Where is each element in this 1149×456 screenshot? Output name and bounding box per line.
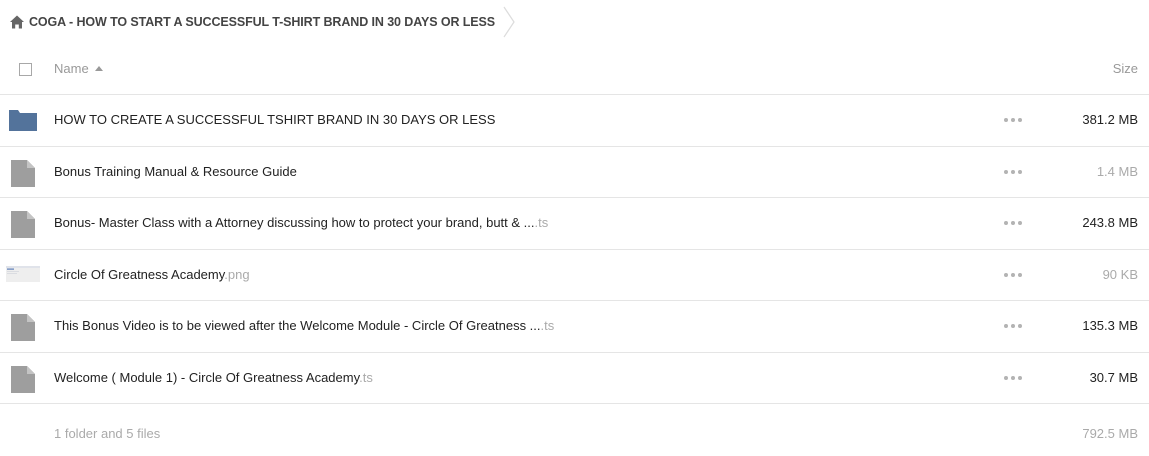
more-options-dot xyxy=(1011,375,1015,380)
file-icon xyxy=(9,313,37,341)
file-size: 90 KB xyxy=(1102,266,1138,282)
column-header-size[interactable]: Size xyxy=(1113,61,1138,76)
column-header-name[interactable]: Name xyxy=(54,61,103,76)
file-size: 1.4 MB xyxy=(1096,163,1138,179)
list-item[interactable]: Welcome ( Module 1) - Circle Of Greatnes… xyxy=(0,353,1149,404)
more-options-icon[interactable] xyxy=(1004,117,1022,123)
file-name-base: Bonus Training Manual & Resource Guide xyxy=(54,163,297,179)
file-icon xyxy=(9,210,37,238)
file-extension: .ts xyxy=(359,369,373,385)
more-options-dot xyxy=(1011,272,1015,277)
more-options-dot xyxy=(1004,272,1008,277)
file-list: HOW TO CREATE A SUCCESSFUL TSHIRT BRAND … xyxy=(0,95,1149,404)
image-thumbnail-icon-graphic xyxy=(6,265,40,282)
file-icon-graphic xyxy=(11,314,35,341)
file-name[interactable]: This Bonus Video is to be viewed after t… xyxy=(54,301,554,351)
file-name[interactable]: Bonus- Master Class with a Attorney disc… xyxy=(54,198,548,248)
file-name-base: HOW TO CREATE A SUCCESSFUL TSHIRT BRAND … xyxy=(54,112,496,127)
more-options-dot xyxy=(1004,118,1008,122)
total-size: 792.5 MB xyxy=(1082,426,1138,441)
more-options-dot xyxy=(1011,324,1015,328)
list-header: Name Size xyxy=(0,44,1149,95)
items-summary: 1 folder and 5 files xyxy=(54,426,161,441)
more-options-dot xyxy=(1011,169,1015,174)
file-size: 243.8 MB xyxy=(1082,215,1138,230)
file-size: 30.7 MB xyxy=(1089,369,1138,385)
column-header-name-label: Name xyxy=(54,61,89,76)
list-item[interactable]: Bonus- Master Class with a Attorney disc… xyxy=(0,198,1149,250)
more-options-dot xyxy=(1004,375,1008,380)
breadcrumb-separator-icon xyxy=(503,6,515,38)
sort-ascending-icon xyxy=(94,66,103,71)
more-options-dot xyxy=(1018,272,1022,277)
more-options-dot xyxy=(1004,221,1008,225)
image-thumbnail-icon xyxy=(6,262,40,290)
file-name[interactable]: Welcome ( Module 1) - Circle Of Greatnes… xyxy=(54,353,373,403)
list-item[interactable]: Circle Of Greatness Academy.png 90 KB xyxy=(0,250,1149,301)
more-options-dot xyxy=(1018,221,1022,225)
file-icon-graphic xyxy=(11,211,35,238)
file-icon xyxy=(9,365,37,393)
file-icon-graphic xyxy=(11,159,35,187)
file-extension: .ts xyxy=(540,318,555,333)
breadcrumb: COGA - HOW TO START A SUCCESSFUL T-SHIRT… xyxy=(0,0,1149,44)
more-options-dot xyxy=(1011,118,1015,122)
file-extension: .png xyxy=(224,266,250,282)
file-size: 381.2 MB xyxy=(1082,112,1138,127)
select-all-checkbox[interactable] xyxy=(19,63,32,76)
file-name-base: Circle Of Greatness Academy xyxy=(54,266,225,282)
file-name-base: This Bonus Video is to be viewed after t… xyxy=(54,318,541,333)
file-icon xyxy=(9,159,37,187)
file-name[interactable]: Bonus Training Manual & Resource Guide xyxy=(54,147,297,197)
list-item[interactable]: Bonus Training Manual & Resource Guide 1.… xyxy=(0,147,1149,198)
folder-icon-graphic xyxy=(9,110,37,131)
file-size: 135.3 MB xyxy=(1082,318,1138,333)
file-extension: .ts xyxy=(534,215,549,230)
file-icon-graphic xyxy=(11,365,35,393)
list-footer: 1 folder and 5 files 792.5 MB xyxy=(0,404,1149,456)
more-options-icon[interactable] xyxy=(1004,375,1022,381)
file-name-base: Bonus- Master Class with a Attorney disc… xyxy=(54,215,535,230)
folder-icon xyxy=(9,107,37,135)
more-options-dot xyxy=(1018,118,1022,122)
file-name[interactable]: HOW TO CREATE A SUCCESSFUL TSHIRT BRAND … xyxy=(54,95,495,145)
list-item[interactable]: HOW TO CREATE A SUCCESSFUL TSHIRT BRAND … xyxy=(0,95,1149,147)
list-item[interactable]: This Bonus Video is to be viewed after t… xyxy=(0,301,1149,353)
file-name[interactable]: Circle Of Greatness Academy.png xyxy=(54,250,250,300)
more-options-dot xyxy=(1004,324,1008,328)
more-options-icon[interactable] xyxy=(1004,169,1022,175)
home-icon xyxy=(9,14,25,30)
file-name-base: Welcome ( Module 1) - Circle Of Greatnes… xyxy=(54,369,360,385)
more-options-dot xyxy=(1018,324,1022,328)
more-options-icon[interactable] xyxy=(1004,272,1022,278)
more-options-dot xyxy=(1018,375,1022,380)
more-options-dot xyxy=(1004,169,1008,174)
more-options-dot xyxy=(1018,169,1022,174)
more-options-icon[interactable] xyxy=(1004,220,1022,226)
breadcrumb-label: COGA - HOW TO START A SUCCESSFUL T-SHIRT… xyxy=(29,15,495,29)
more-options-dot xyxy=(1011,221,1015,225)
breadcrumb-item-root[interactable]: COGA - HOW TO START A SUCCESSFUL T-SHIRT… xyxy=(0,0,515,44)
more-options-icon[interactable] xyxy=(1004,323,1022,329)
